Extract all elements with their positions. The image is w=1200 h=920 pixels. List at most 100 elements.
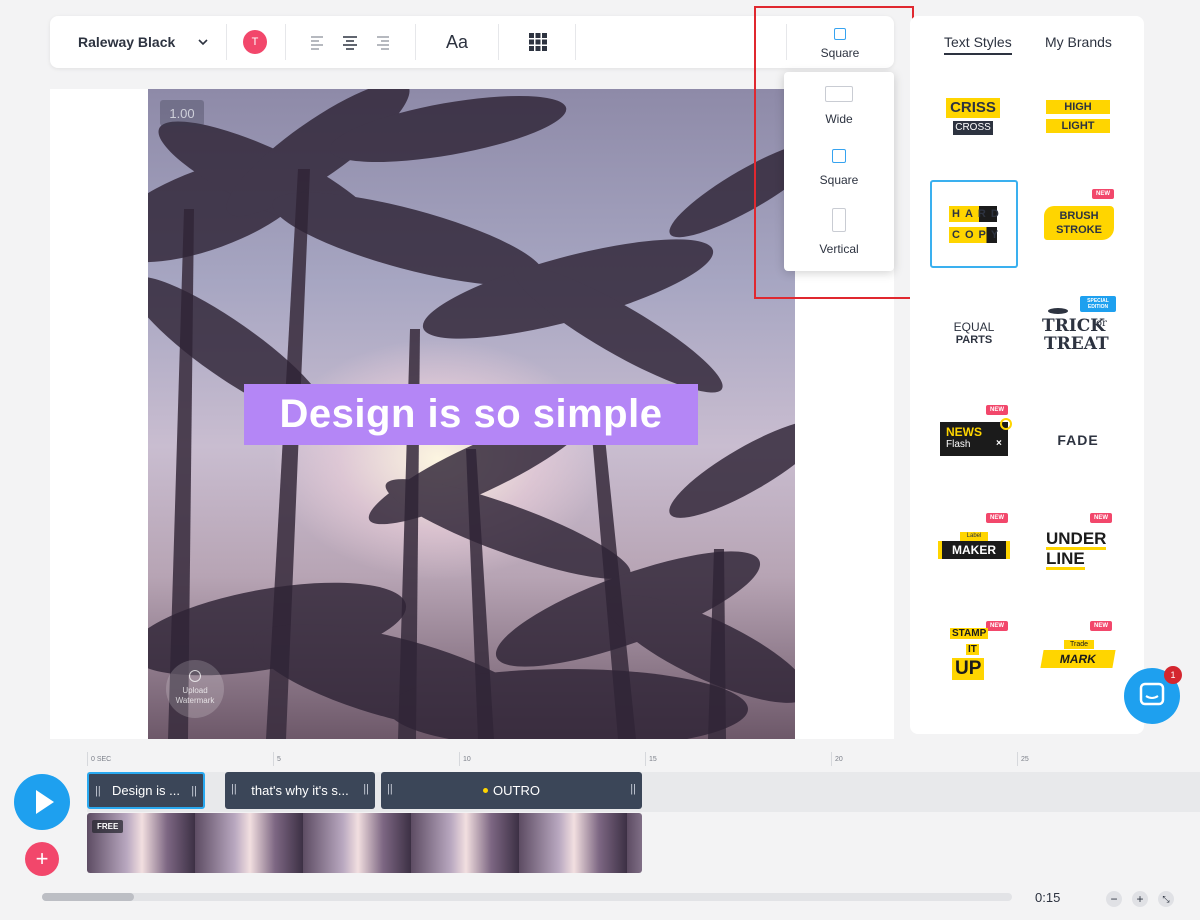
- timeline-clip[interactable]: || Design is ... ||: [87, 772, 205, 809]
- divider: [226, 24, 227, 60]
- zoom-out-button[interactable]: −: [1106, 891, 1122, 907]
- style-line: TREAT: [1044, 334, 1109, 354]
- clip-label: that's why it's s...: [251, 783, 349, 798]
- align-left-icon[interactable]: [310, 34, 326, 50]
- text-color-button[interactable]: T: [243, 30, 267, 54]
- timeline-scrollbar-track[interactable]: [42, 893, 1012, 901]
- style-line: Label: [960, 532, 988, 541]
- style-tile-underline[interactable]: NEW UNDER LINE: [1034, 504, 1122, 592]
- new-badge: NEW: [986, 513, 1008, 523]
- aspect-ratio-menu: Wide Square Vertical: [784, 72, 894, 271]
- ruler-tick: 10: [459, 752, 471, 766]
- new-badge: NEW: [1092, 189, 1114, 199]
- text-color-letter: T: [251, 36, 259, 48]
- style-tile-trademark[interactable]: NEW Trade MARK: [1034, 612, 1122, 700]
- clip-label: Design is ...: [112, 783, 180, 798]
- font-name: Raleway Black: [78, 34, 176, 50]
- style-line: BRUSH: [1059, 210, 1099, 222]
- align-right-icon[interactable]: [374, 34, 390, 50]
- aspect-option-label: Vertical: [819, 242, 859, 256]
- total-duration: 0:15: [1035, 890, 1061, 905]
- text-toolbar: Raleway Black T Aa Square: [50, 16, 894, 68]
- timeline-scrollbar-thumb[interactable]: [42, 893, 134, 901]
- circle-accent-icon: [1000, 418, 1012, 430]
- ruler-tick: 0 SEC: [87, 752, 111, 766]
- divider: [786, 24, 787, 60]
- play-button[interactable]: [14, 774, 70, 830]
- style-tile-news-flash[interactable]: NEW NEWS Flash ×: [930, 396, 1018, 484]
- style-line: PARTS: [955, 334, 993, 346]
- style-line: or: [1096, 318, 1107, 329]
- plus-icon: +: [35, 846, 49, 871]
- video-filmstrip[interactable]: [87, 813, 642, 873]
- style-line: FADE: [1057, 432, 1099, 448]
- clip-trim-handle-right[interactable]: ||: [630, 783, 636, 795]
- add-slide-button[interactable]: +: [25, 842, 59, 876]
- aspect-option-vertical[interactable]: Vertical: [784, 208, 894, 256]
- new-badge: NEW: [1090, 513, 1112, 523]
- headline-text[interactable]: Design is so simple: [244, 384, 698, 445]
- style-line: STAMP: [950, 628, 989, 639]
- chat-notification-badge: 1: [1164, 666, 1182, 684]
- free-badge: FREE: [92, 820, 124, 833]
- align-center-icon[interactable]: [342, 34, 358, 50]
- style-line: MARK: [1040, 650, 1116, 668]
- style-tile-label-maker[interactable]: NEW Label MAKER: [930, 504, 1018, 592]
- zoom-in-button[interactable]: +: [1132, 891, 1148, 907]
- upload-watermark-button[interactable]: Upload Watermark: [166, 660, 224, 718]
- style-line: NEWS: [946, 425, 982, 439]
- divider: [415, 24, 416, 60]
- zoom-level-label: 1.00: [160, 100, 204, 126]
- style-tile-fade[interactable]: FADE: [1034, 396, 1122, 484]
- layout-grid-icon[interactable]: [529, 33, 547, 51]
- style-line: LIGHT: [1046, 119, 1110, 133]
- ruler-tick: 15: [645, 752, 657, 766]
- square-aspect-icon: [834, 28, 846, 40]
- text-size-button[interactable]: Aa: [446, 16, 468, 68]
- timeline-ruler: 0 SEC 5 10 15 20 25: [87, 752, 1200, 772]
- clip-trim-handle-right[interactable]: ||: [363, 783, 369, 795]
- divider: [285, 24, 286, 60]
- style-line: COPY: [949, 227, 998, 243]
- aspect-option-wide[interactable]: Wide: [784, 86, 894, 126]
- style-line: HIGH: [1046, 100, 1110, 114]
- timeline-clip[interactable]: || that's why it's s... ||: [225, 772, 375, 809]
- style-line: Trade: [1064, 640, 1094, 649]
- style-tile-brush-stroke[interactable]: NEW BRUSH STROKE: [1034, 180, 1122, 268]
- style-tile-hard-copy[interactable]: HARD COPY: [930, 180, 1018, 268]
- clip-trim-handle-left[interactable]: ||: [231, 783, 237, 795]
- font-selector[interactable]: Raleway Black: [78, 16, 209, 68]
- style-line: Flash: [946, 439, 971, 450]
- aspect-option-square[interactable]: Square: [784, 149, 894, 187]
- clip-label: OUTRO: [493, 783, 540, 798]
- tab-my-brands[interactable]: My Brands: [1045, 34, 1112, 50]
- style-tile-criss-cross[interactable]: CRISS CROSS: [930, 82, 1018, 170]
- fit-timeline-button[interactable]: ⤡: [1158, 891, 1174, 907]
- style-line: IT: [966, 644, 979, 655]
- divider: [498, 24, 499, 60]
- style-tile-trick-or-treat[interactable]: SPECIAL EDITION TRICK or TREAT: [1034, 288, 1122, 376]
- play-icon: [36, 790, 54, 814]
- upload-icon: [189, 670, 201, 682]
- divider: [575, 24, 576, 60]
- style-line: UNDER: [1046, 529, 1107, 550]
- square-aspect-icon: [832, 149, 846, 163]
- style-tile-stamp-it-up[interactable]: NEW STAMP IT UP: [930, 612, 1018, 700]
- style-tile-equal-parts[interactable]: EQUAL PARTS: [930, 288, 1018, 376]
- tab-text-styles[interactable]: Text Styles: [944, 34, 1012, 55]
- close-icon: ×: [996, 438, 1002, 449]
- timeline-clip[interactable]: || OUTRO ||: [381, 772, 642, 809]
- aspect-option-label: Square: [819, 173, 859, 187]
- style-tile-highlight[interactable]: HIGH LIGHT: [1034, 82, 1122, 170]
- ruler-tick: 25: [1017, 752, 1029, 766]
- aspect-option-label: Wide: [825, 112, 853, 126]
- style-line: UP: [952, 658, 985, 680]
- clip-trim-handle-left[interactable]: ||: [387, 783, 393, 795]
- text-styles-panel: Text Styles My Brands CRISS CROSS HIGH L…: [910, 16, 1144, 734]
- style-line: EQUAL: [953, 320, 995, 334]
- style-line: MAKER: [938, 541, 1010, 559]
- collapse-icon: ⤡: [1162, 893, 1170, 904]
- clip-trim-handle-right[interactable]: ||: [191, 785, 197, 797]
- clip-trim-handle-left[interactable]: ||: [95, 785, 101, 797]
- aspect-ratio-button[interactable]: Square: [816, 26, 864, 66]
